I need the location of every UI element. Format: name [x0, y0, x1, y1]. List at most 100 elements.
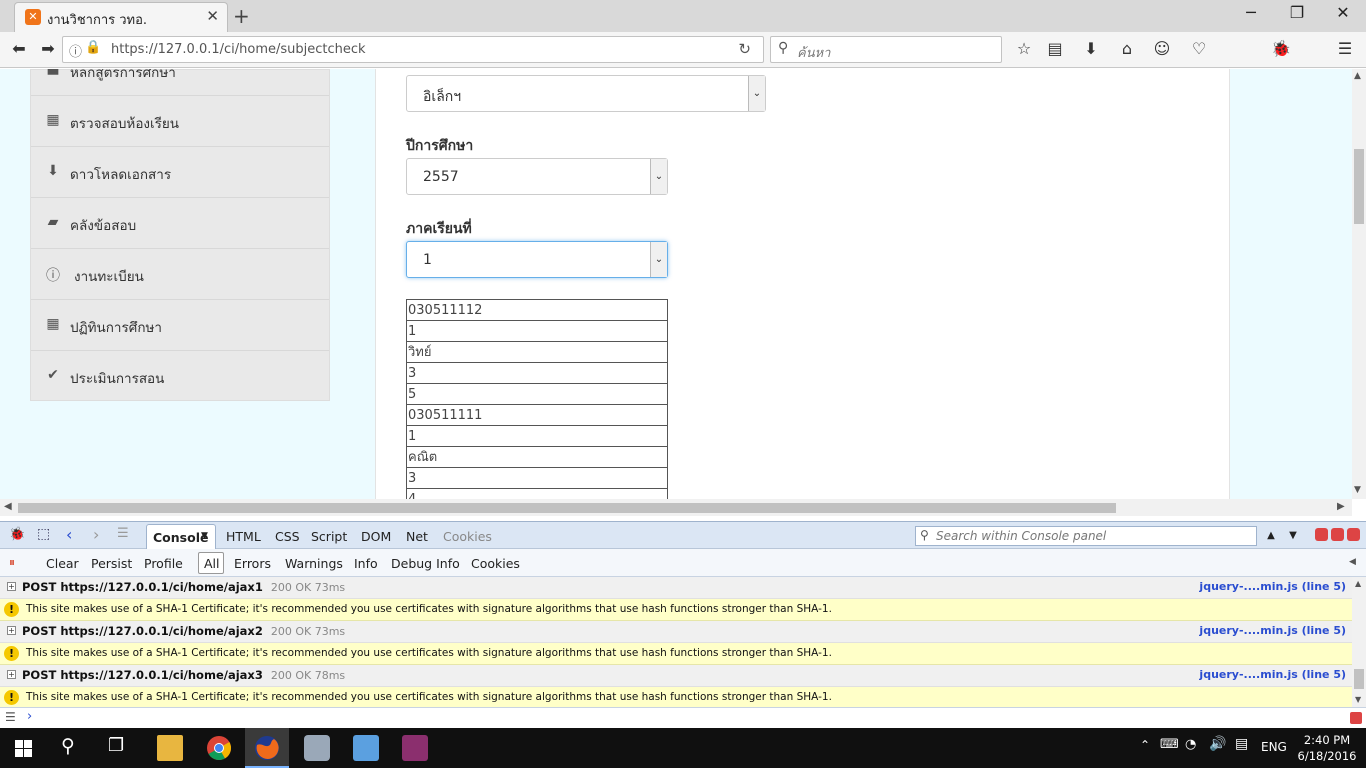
command-editor-toggle-icon[interactable]: [1350, 712, 1362, 724]
page-vertical-scrollbar[interactable]: ▲ ▼: [1352, 69, 1366, 499]
firebug-icon[interactable]: 🐞: [1270, 39, 1292, 58]
clear-button[interactable]: Clear: [46, 556, 79, 571]
show-hidden-icons-icon[interactable]: ⌃: [1140, 738, 1150, 752]
scroll-down-icon[interactable]: ▼: [1355, 695, 1361, 704]
reload-icon[interactable]: ↻: [738, 40, 751, 58]
search-icon[interactable]: ⚲: [61, 735, 75, 757]
term-select[interactable]: 1 ⌄: [406, 241, 668, 278]
log-request-row[interactable]: + POST https://127.0.0.1/ci/home/ajax1 2…: [0, 577, 1352, 599]
bookmark-star-icon[interactable]: ☆: [1013, 39, 1035, 58]
panel-options-icon[interactable]: ◀: [1349, 557, 1356, 567]
expand-icon[interactable]: +: [7, 626, 16, 635]
scroll-up-icon[interactable]: ▲: [1354, 71, 1361, 81]
search-prev-icon[interactable]: ▲: [1262, 526, 1280, 545]
console-scroll-thumb[interactable]: [1354, 669, 1364, 689]
inspect-element-icon[interactable]: ⬚: [37, 526, 50, 542]
system-clock[interactable]: 2:40 PM 6/18/2016: [1292, 732, 1362, 764]
log-request-row[interactable]: + POST https://127.0.0.1/ci/home/ajax2 2…: [0, 621, 1352, 643]
horizontal-scroll-thumb[interactable]: [18, 503, 1116, 513]
firebug-minimize-icon[interactable]: [1315, 528, 1328, 541]
tab-close-icon[interactable]: ✕: [206, 7, 219, 25]
winrar-icon[interactable]: [402, 735, 428, 761]
language-indicator[interactable]: ENG: [1261, 740, 1287, 754]
restore-icon[interactable]: ❐: [1282, 3, 1312, 22]
windows-start-icon[interactable]: [15, 740, 32, 757]
tab-html[interactable]: HTML: [226, 529, 261, 544]
sidebar-item-download-docs[interactable]: ⬇ ดาวโหลดเอกสาร: [31, 147, 329, 198]
search-next-icon[interactable]: ▼: [1284, 526, 1302, 545]
sidebar-item-exam-bank[interactable]: ▰ คลังข้อสอบ: [31, 198, 329, 249]
sidebar-item-curriculum[interactable]: ■ หลักสูตรการศึกษา ▾: [31, 69, 329, 96]
firebug-menu-icon[interactable]: 🐞: [9, 527, 25, 542]
tab-dom[interactable]: DOM: [361, 529, 391, 544]
source-link[interactable]: jquery-....min.js (line 5): [1199, 580, 1346, 593]
filter-all-button[interactable]: All: [198, 552, 224, 574]
filter-errors-button[interactable]: Errors: [234, 556, 271, 571]
page-horizontal-scrollbar[interactable]: ◀ ▶: [0, 499, 1352, 516]
firebug-detach-icon[interactable]: [1331, 528, 1344, 541]
source-link[interactable]: jquery-....min.js (line 5): [1199, 668, 1346, 681]
web-search-bar[interactable]: ⚲ ค้นหา: [770, 36, 1002, 63]
home-icon[interactable]: ⌂: [1116, 39, 1138, 58]
profile-button[interactable]: Profile: [144, 556, 183, 571]
menu-hamburger-icon[interactable]: ☰: [1334, 39, 1356, 58]
site-info-icon[interactable]: ⓘ: [69, 41, 82, 60]
expand-icon[interactable]: +: [7, 670, 16, 679]
reading-list-icon[interactable]: ▤: [1044, 39, 1066, 58]
browser-tab[interactable]: ✕ งานวิชาการ วทอ. ✕: [14, 2, 228, 32]
year-select[interactable]: 2557 ⌄: [406, 158, 668, 195]
vertical-scroll-thumb[interactable]: [1354, 149, 1364, 224]
scroll-right-icon[interactable]: ▶: [1337, 501, 1345, 512]
new-tab-icon[interactable]: +: [233, 4, 250, 28]
sidebar-item-evaluation[interactable]: ✔ ประเมินการสอน: [31, 351, 329, 402]
database-app-icon[interactable]: [304, 735, 330, 761]
tab-script[interactable]: Script: [311, 529, 347, 544]
virtualbox-icon[interactable]: [353, 735, 379, 761]
insecure-lock-icon[interactable]: 🔒: [85, 40, 101, 55]
scroll-left-icon[interactable]: ◀: [4, 501, 12, 512]
tab-cookies[interactable]: Cookies: [443, 529, 492, 544]
sidebar-item-classroom-check[interactable]: ▦ ตรวจสอบห้องเรียน: [31, 96, 329, 147]
console-scrollbar[interactable]: ▲ ▼: [1352, 577, 1366, 707]
chrome-icon[interactable]: [206, 735, 232, 761]
task-view-icon[interactable]: ❐: [108, 735, 124, 756]
filter-warnings-button[interactable]: Warnings: [285, 556, 343, 571]
action-center-icon[interactable]: ▤: [1235, 736, 1248, 752]
back-icon[interactable]: ⬅: [8, 39, 30, 58]
input-method-icon[interactable]: ⌨: [1160, 737, 1179, 752]
command-menu-icon[interactable]: ☰: [5, 710, 16, 724]
sidebar-item-calendar[interactable]: ▦ ปฏิทินการศึกษา: [31, 300, 329, 351]
log-request-row[interactable]: + POST https://127.0.0.1/ci/home/ajax3 2…: [0, 665, 1352, 687]
volume-icon[interactable]: 🔊: [1209, 736, 1226, 752]
sidebar-item-registration[interactable]: ⓘ งานทะเบียน: [31, 249, 329, 300]
minimize-icon[interactable]: ─: [1236, 3, 1266, 22]
tab-css[interactable]: CSS: [275, 529, 300, 544]
department-select[interactable]: อิเล็กฯ ⌄: [406, 75, 766, 112]
tab-console[interactable]: Console ▼: [146, 524, 216, 550]
firebug-close-icon[interactable]: [1347, 528, 1360, 541]
break-on-error-icon[interactable]: ⏸: [9, 555, 15, 570]
firebug-back-icon[interactable]: ‹: [66, 525, 72, 544]
filter-cookies-button[interactable]: Cookies: [471, 556, 520, 571]
wifi-icon[interactable]: ◔: [1185, 737, 1196, 752]
filter-debug-info-button[interactable]: Debug Info: [391, 556, 460, 571]
firefox-taskbar-active[interactable]: [245, 728, 289, 768]
source-link[interactable]: jquery-....min.js (line 5): [1199, 624, 1346, 637]
url-bar[interactable]: ⓘ 🔒 https://127.0.0.1/ci/home/subjectche…: [62, 36, 764, 63]
scroll-up-icon[interactable]: ▲: [1355, 579, 1361, 588]
scroll-down-icon[interactable]: ▼: [1354, 485, 1361, 495]
tab-net[interactable]: Net: [406, 529, 428, 544]
hello-icon[interactable]: ☺: [1151, 39, 1173, 58]
firebug-forward-icon[interactable]: ›: [93, 525, 99, 544]
forward-icon[interactable]: ➡: [37, 39, 59, 58]
console-search-input[interactable]: ⚲ Search within Console panel: [915, 526, 1257, 546]
window-close-icon[interactable]: ✕: [1328, 3, 1358, 22]
persist-button[interactable]: Persist: [91, 556, 132, 571]
command-editor-icon[interactable]: ☰: [117, 526, 129, 541]
expand-icon[interactable]: +: [7, 582, 16, 591]
file-explorer-icon[interactable]: [157, 735, 183, 761]
filter-info-button[interactable]: Info: [354, 556, 378, 571]
downloads-icon[interactable]: ⬇: [1080, 39, 1102, 58]
command-line[interactable]: ☰ ›: [0, 707, 1366, 728]
pocket-icon[interactable]: ♡: [1188, 39, 1210, 58]
